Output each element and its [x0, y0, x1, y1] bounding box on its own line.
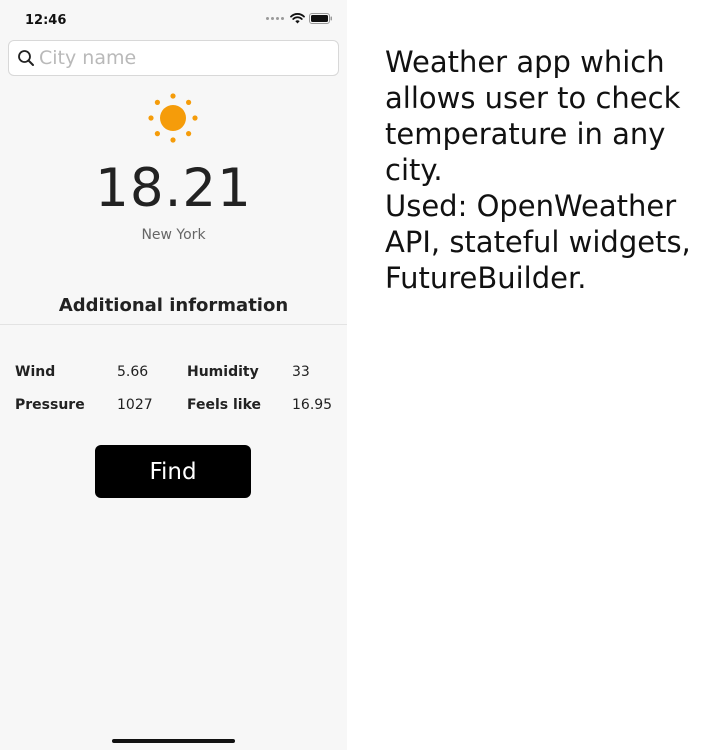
- feels-like-label: Feels like: [187, 397, 262, 413]
- divider: [0, 324, 347, 325]
- status-bar: 12:46: [0, 0, 347, 40]
- description-line: API, stateful widgets,: [385, 225, 691, 259]
- search-icon: [15, 47, 37, 69]
- description-line: temperature in any: [385, 117, 666, 151]
- status-icons: [266, 13, 333, 24]
- description-line: FutureBuilder.: [385, 261, 587, 295]
- phone-screen: 12:46 City name 18.21 New York Additiona…: [0, 0, 347, 750]
- temperature-value: 18.21: [95, 158, 252, 219]
- feels-like-value: 16.95: [292, 397, 333, 413]
- description-line: Used: OpenWeather: [385, 189, 677, 223]
- home-indicator[interactable]: [112, 739, 235, 743]
- humidity-value: 33: [292, 364, 310, 380]
- wind-value: 5.66: [117, 364, 149, 380]
- pressure-label: Pressure: [15, 397, 85, 413]
- wifi-icon: [290, 13, 305, 24]
- wind-label: Wind: [15, 364, 56, 380]
- humidity-label: Humidity: [187, 364, 259, 380]
- battery-icon: [309, 13, 332, 24]
- search-input[interactable]: [39, 43, 319, 73]
- find-button[interactable]: Find: [95, 445, 251, 498]
- search-bar[interactable]: [8, 40, 339, 76]
- description-line: city.: [385, 153, 443, 187]
- description-line: Weather app which: [385, 45, 665, 79]
- signal-icon: [266, 17, 284, 20]
- description-line: allows user to check: [385, 81, 681, 115]
- pressure-value: 1027: [117, 397, 153, 413]
- status-time: 12:46: [25, 13, 67, 28]
- additional-info-title: Additional information: [58, 295, 289, 316]
- city-name: New York: [141, 227, 206, 243]
- sun-icon: [148, 93, 198, 143]
- app-description: Weather app which allows user to check t…: [385, 44, 705, 296]
